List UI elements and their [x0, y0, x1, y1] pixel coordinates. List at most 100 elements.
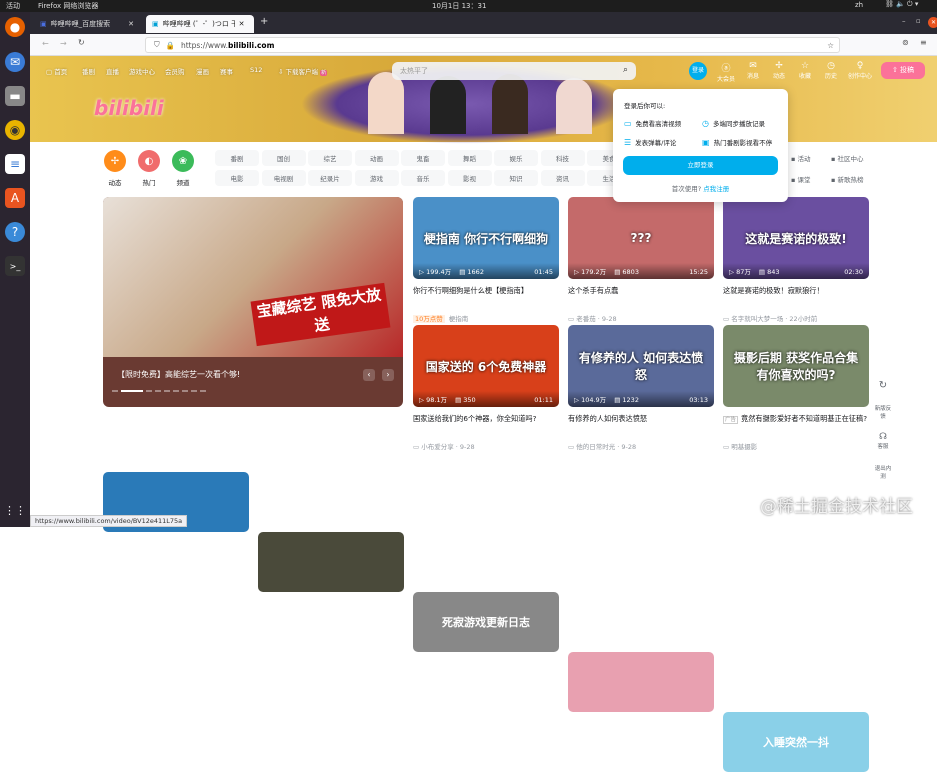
- tab-baidu[interactable]: ▣ 哔哩哔哩_百度搜索 ✕: [34, 15, 140, 33]
- video-thumbnail[interactable]: 这就是赛诺的极致! ▷ 87万 ▤ 843 02:30: [723, 197, 869, 279]
- back-button[interactable]: ←: [42, 39, 49, 48]
- carousel-dot[interactable]: [173, 390, 179, 392]
- video-meta[interactable]: ▭ 他的日常时光 · 9-28: [568, 441, 714, 451]
- video-title[interactable]: 这就是赛诺的极致！寂默狼行！: [723, 285, 869, 309]
- nav-home[interactable]: ▢ 首页: [46, 66, 67, 76]
- carousel-prev-button[interactable]: ‹: [363, 369, 375, 381]
- system-tray-icons[interactable]: ⛓ 🔈 ⏻ ▾: [885, 0, 918, 9]
- search-icon[interactable]: ⌕: [623, 65, 628, 75]
- nav-game-center[interactable]: 游戏中心: [129, 66, 155, 76]
- video-thumbnail[interactable]: 摄影后期 获奖作品合集 有你喜欢的吗?: [723, 325, 869, 407]
- channel-tag[interactable]: 番剧: [215, 150, 259, 166]
- favorites-button[interactable]: ☆ 收藏: [793, 61, 817, 80]
- video-card[interactable]: 有修养的人 如何表达愤怒 ▷ 104.9万 ▤ 1232 03:13 有修养的人如何表…: [568, 325, 714, 451]
- carousel-image[interactable]: [103, 197, 403, 357]
- customer-service-button[interactable]: ☊ 客服: [874, 432, 892, 450]
- language-indicator[interactable]: zh: [855, 1, 863, 9]
- firefox-icon[interactable]: ●: [5, 17, 25, 37]
- nav-download-client[interactable]: ⇩ 下载客户端 新: [278, 66, 328, 76]
- register-link[interactable]: 点我注册: [703, 185, 729, 193]
- shield-icon[interactable]: ⛉: [154, 40, 160, 50]
- terminal-icon[interactable]: >_: [5, 256, 25, 276]
- channel-tag[interactable]: 电视剧: [261, 170, 306, 186]
- channel-tag[interactable]: 鬼畜: [401, 150, 445, 166]
- channel-tag[interactable]: 音乐: [401, 170, 445, 186]
- show-apps-icon[interactable]: ⋮⋮: [4, 500, 26, 520]
- carousel-dot[interactable]: [182, 390, 188, 392]
- carousel-dot[interactable]: [164, 390, 170, 392]
- exit-beta-button[interactable]: 退出内测: [874, 464, 892, 480]
- search-input[interactable]: 太热平了 ⌕: [392, 62, 636, 80]
- carousel[interactable]: 宝藏综艺 限免大放送 【限时免费】高能综艺一次看个够! ‹ ›: [103, 197, 403, 407]
- video-thumbnail[interactable]: 国家送的 6个免费神器 ▷ 98.1万 ▤ 350 01:11: [413, 325, 559, 407]
- channel-activity[interactable]: ▪ 活动: [791, 153, 810, 163]
- channel-tag[interactable]: 综艺: [308, 150, 352, 166]
- video-thumbnail[interactable]: [568, 652, 714, 712]
- nav-anime[interactable]: 番剧: [82, 66, 95, 76]
- video-title[interactable]: 国家送给我们的6个神器，你全知道吗?: [413, 413, 559, 437]
- video-card[interactable]: ??? ▷ 179.2万 ▤ 6803 15:25 这个杀手有点蠢 ▭ 老番茄 · 9…: [568, 197, 714, 323]
- channel-tag[interactable]: 动画: [354, 150, 399, 166]
- nav-mall[interactable]: 会员购: [165, 66, 185, 76]
- dynamic-channel-icon[interactable]: ✢: [104, 150, 126, 172]
- channel-new-songs[interactable]: ▪ 新歌热榜: [831, 174, 863, 184]
- channel-tag[interactable]: 舞蹈: [447, 150, 492, 166]
- video-thumbnail[interactable]: [258, 532, 404, 592]
- video-title[interactable]: 有修养的人如何表达愤怒: [568, 413, 714, 437]
- video-thumbnail[interactable]: 入睡突然一抖: [723, 712, 869, 772]
- video-card[interactable]: 梗指南 你行不行啊细狗 ▷ 199.4万 ▤ 1662 01:45 你行不行啊细狗是什…: [413, 197, 559, 323]
- hot-channel-icon[interactable]: ◐: [138, 150, 160, 172]
- carousel-dot[interactable]: [155, 390, 161, 392]
- video-thumbnail[interactable]: 有修养的人 如何表达愤怒 ▷ 104.9万 ▤ 1232 03:13: [568, 325, 714, 407]
- login-avatar-button[interactable]: 登录: [689, 62, 707, 80]
- history-button[interactable]: ◷ 历史: [819, 61, 843, 80]
- video-thumbnail[interactable]: 死寂游戏更新日志: [413, 592, 559, 652]
- vip-button[interactable]: ⓐ 大会员: [714, 61, 738, 83]
- dynamics-button[interactable]: ✢ 动态: [767, 61, 791, 80]
- channel-tag[interactable]: 资讯: [540, 170, 585, 186]
- video-card[interactable]: 摄影后期 获奖作品合集 有你喜欢的吗? 广告 竟然有摄影爱好者不知道明基正在征稿?…: [723, 325, 869, 451]
- channel-tag[interactable]: 电影: [215, 170, 259, 186]
- carousel-dot[interactable]: [191, 390, 197, 392]
- channel-tag[interactable]: 知识: [494, 170, 538, 186]
- carousel-dot[interactable]: [200, 390, 206, 392]
- carousel-dot[interactable]: [146, 390, 152, 392]
- channel-all-label[interactable]: 频道: [168, 177, 198, 187]
- app-menu[interactable]: Firefox 网络浏览器: [38, 1, 98, 11]
- channel-tag[interactable]: 游戏: [354, 170, 399, 186]
- video-meta[interactable]: ▭ 小布爱分享 · 9-28: [413, 441, 559, 451]
- clock[interactable]: 10月1日 13：31: [432, 1, 486, 11]
- video-thumbnail[interactable]: 梗指南 你行不行啊细狗 ▷ 199.4万 ▤ 1662 01:45: [413, 197, 559, 279]
- nav-manga[interactable]: 漫画: [196, 66, 209, 76]
- writer-icon[interactable]: ≡: [5, 154, 25, 174]
- thunderbird-icon[interactable]: ✉: [5, 52, 25, 72]
- video-meta[interactable]: 10万点赞 梗指南: [413, 313, 559, 323]
- channel-tag[interactable]: 科技: [540, 150, 585, 166]
- channel-tag[interactable]: 国创: [261, 150, 306, 166]
- video-title[interactable]: 这个杀手有点蠢: [568, 285, 714, 309]
- carousel-dot[interactable]: [112, 390, 118, 392]
- carousel-caption[interactable]: 【限时免费】高能综艺一次看个够!: [117, 369, 240, 380]
- video-thumbnail[interactable]: ??? ▷ 179.2万 ▤ 6803 15:25: [568, 197, 714, 279]
- pocket-icon[interactable]: ⊚: [902, 38, 909, 47]
- video-meta[interactable]: ▭ 明基摄影: [723, 441, 869, 451]
- minimize-button[interactable]: –: [902, 17, 906, 25]
- help-icon[interactable]: ?: [5, 222, 25, 242]
- video-meta[interactable]: ▭ 名字就叫大梦一场 · 22小时前: [723, 313, 869, 323]
- carousel-next-button[interactable]: ›: [382, 369, 394, 381]
- nav-s12[interactable]: S12: [250, 66, 262, 74]
- nav-esports[interactable]: 赛事: [220, 66, 233, 76]
- activities-button[interactable]: 活动: [6, 1, 20, 11]
- upload-button[interactable]: ⇧ 投稿: [881, 62, 925, 79]
- video-title[interactable]: 广告 竟然有摄影爱好者不知道明基正在征稿?: [723, 413, 869, 437]
- close-tab-icon[interactable]: ✕: [239, 20, 245, 28]
- channel-tag[interactable]: 娱乐: [494, 150, 538, 166]
- channels-icon[interactable]: ❀: [172, 150, 194, 172]
- messages-button[interactable]: ✉ 消息: [741, 61, 765, 80]
- channel-hot-label[interactable]: 热门: [134, 177, 164, 187]
- forward-button[interactable]: →: [60, 39, 67, 48]
- video-card[interactable]: 这就是赛诺的极致! ▷ 87万 ▤ 843 02:30 这就是赛诺的极致！寂默狼行！ …: [723, 197, 869, 323]
- maximize-button[interactable]: ▫: [916, 17, 921, 25]
- channel-classroom[interactable]: ▪ 课堂: [791, 174, 810, 184]
- close-tab-icon[interactable]: ✕: [128, 20, 134, 28]
